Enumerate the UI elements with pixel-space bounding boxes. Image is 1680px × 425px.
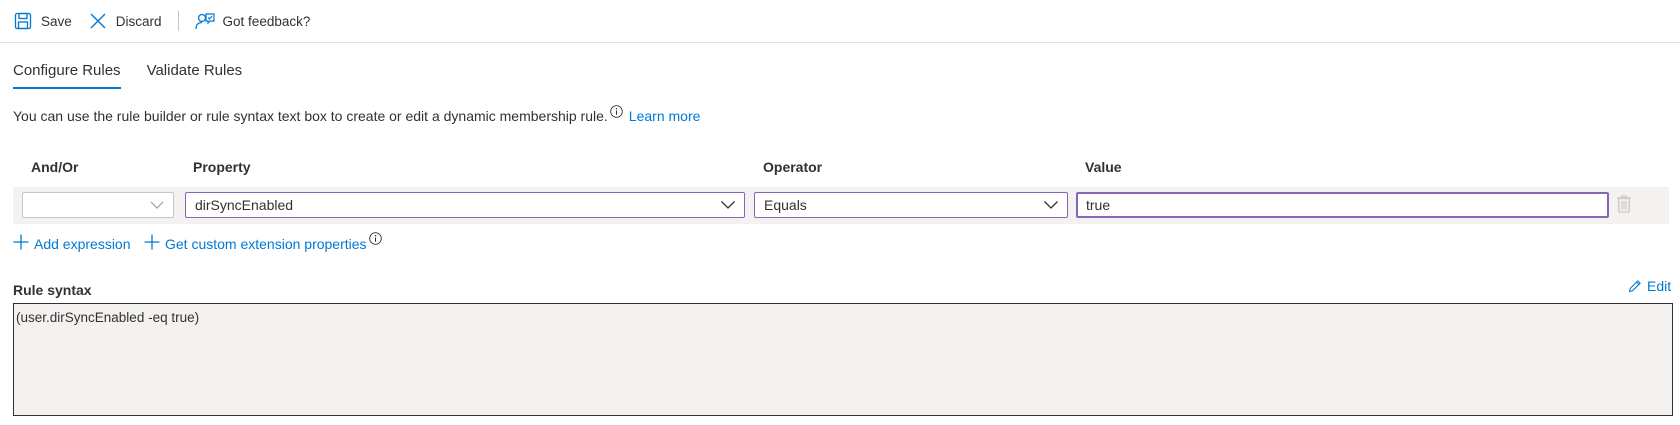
edit-button[interactable]: Edit (1628, 278, 1671, 294)
plus-icon (144, 234, 160, 253)
tab-bar: Configure Rules Validate Rules (13, 62, 268, 89)
plus-icon (13, 234, 29, 253)
info-icon[interactable] (368, 231, 382, 248)
delete-icon[interactable] (1616, 195, 1632, 216)
header-operator: Operator (763, 159, 823, 175)
edit-label: Edit (1647, 278, 1672, 294)
get-custom-extension-label: Get custom extension properties (165, 235, 367, 252)
header-and-or: And/Or (31, 159, 79, 175)
discard-button[interactable]: Discard (88, 6, 178, 36)
value-text: true (1086, 197, 1111, 213)
description-text: You can use the rule builder or rule syn… (13, 108, 608, 124)
rule-syntax-textbox[interactable]: (user.dirSyncEnabled -eq true) (13, 303, 1673, 416)
tab-validate-rules[interactable]: Validate Rules (147, 62, 243, 89)
rule-syntax-title: Rule syntax (13, 282, 92, 298)
save-icon (13, 11, 33, 31)
info-icon[interactable] (610, 105, 623, 121)
save-label: Save (41, 13, 72, 29)
get-custom-extension-button[interactable]: Get custom extension properties (144, 231, 382, 253)
feedback-label: Got feedback? (222, 13, 311, 29)
command-bar: Save Discard Got feedback? (0, 0, 1680, 43)
header-value: Value (1085, 159, 1122, 175)
chevron-down-icon (720, 198, 736, 215)
rule-syntax-value: (user.dirSyncEnabled -eq true) (16, 310, 200, 325)
feedback-button[interactable]: Got feedback? (194, 6, 327, 36)
chevron-down-icon (1043, 198, 1059, 215)
property-dropdown[interactable]: dirSyncEnabled (185, 192, 745, 218)
toolbar-divider (177, 11, 179, 31)
discard-label: Discard (115, 13, 162, 29)
tab-configure-rules[interactable]: Configure Rules (13, 62, 121, 89)
add-expression-label: Add expression (34, 235, 131, 252)
pencil-icon (1628, 280, 1641, 293)
operator-dropdown[interactable]: Equals (754, 192, 1068, 218)
value-input[interactable]: true (1076, 192, 1609, 218)
save-button[interactable]: Save (13, 6, 88, 36)
chevron-down-icon (149, 198, 165, 215)
operator-value: Equals (764, 197, 807, 213)
header-property: Property (193, 159, 251, 175)
and-or-dropdown[interactable] (22, 192, 174, 218)
property-value: dirSyncEnabled (195, 197, 294, 213)
feedback-icon (194, 11, 215, 31)
add-expression-button[interactable]: Add expression (13, 234, 131, 253)
learn-more-link[interactable]: Learn more (629, 108, 701, 124)
close-icon (88, 11, 108, 31)
description: You can use the rule builder or rule syn… (13, 105, 701, 124)
